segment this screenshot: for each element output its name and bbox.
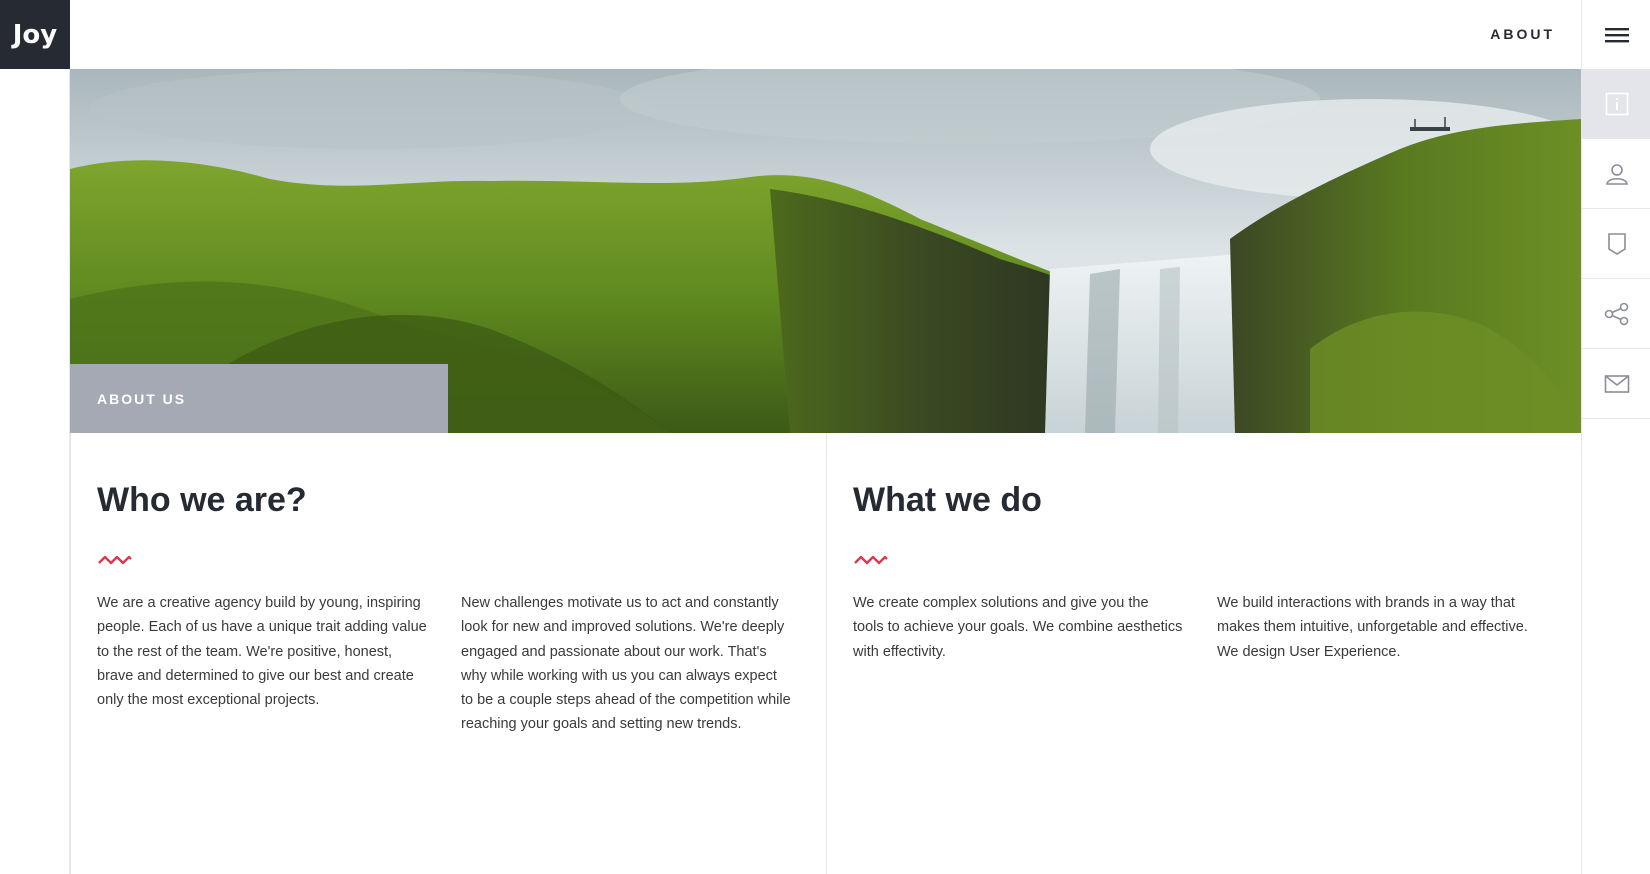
what-paragraph-1: We create complex solutions and give you… — [853, 595, 1183, 660]
info-icon — [1605, 92, 1628, 115]
logo-text: Joy — [12, 19, 58, 50]
menu-button[interactable] — [1582, 0, 1650, 69]
sidebar-item-share[interactable] — [1582, 279, 1650, 349]
bookmark-icon — [1607, 232, 1626, 255]
sidebar-item-portfolio[interactable] — [1582, 209, 1650, 279]
sidebar-item-team[interactable] — [1582, 139, 1650, 209]
logo[interactable]: Joy — [0, 0, 70, 69]
header: ABOUT — [70, 0, 1581, 69]
who-we-are-section: Who we are? We are a creative agency bui… — [71, 433, 826, 874]
about-us-label: ABOUT US — [97, 390, 187, 407]
hamburger-icon — [1604, 27, 1629, 42]
who-paragraph-2: New challenges motivate us to act and co… — [461, 595, 791, 733]
who-paragraph-1: We are a creative agency build by young,… — [97, 595, 427, 709]
who-we-are-title: Who we are? — [97, 481, 307, 519]
user-icon — [1605, 163, 1628, 185]
left-rail — [0, 69, 70, 874]
about-us-tab: ABOUT US — [70, 364, 448, 433]
what-we-do-title: What we do — [853, 481, 1042, 519]
zigzag-divider-icon — [98, 555, 132, 565]
what-paragraph-2: We build interactions with brands in a w… — [1217, 595, 1528, 660]
mail-icon — [1604, 374, 1629, 393]
content-area: Who we are? We are a creative agency bui… — [70, 433, 1581, 874]
sidebar-item-contact[interactable] — [1582, 349, 1650, 419]
what-we-do-section: What we do We create complex solutions a… — [826, 433, 1581, 874]
zigzag-divider-icon — [854, 555, 888, 565]
nav-about-link[interactable]: ABOUT — [1490, 26, 1555, 42]
right-sidebar — [1581, 0, 1650, 874]
sidebar-item-info[interactable] — [1582, 69, 1650, 139]
share-icon — [1604, 302, 1628, 325]
